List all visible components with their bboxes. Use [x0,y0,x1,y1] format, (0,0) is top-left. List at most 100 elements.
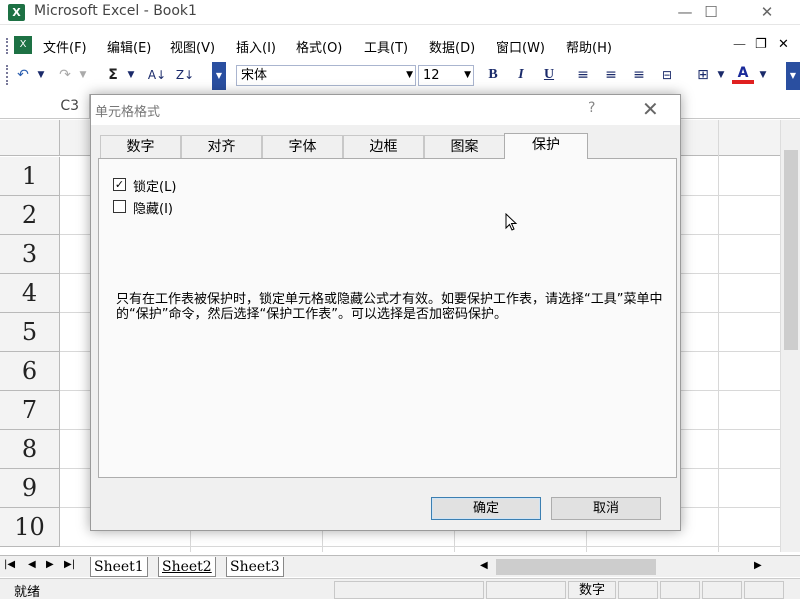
undo-icon[interactable]: ↶ [12,64,34,86]
status-cell-4 [618,581,658,599]
next-sheet-icon[interactable]: ▶ [46,559,54,570]
status-cell-7 [744,581,784,599]
workbook-minimize-button[interactable]: — [733,37,746,52]
last-sheet-icon[interactable]: ▶| [64,559,75,570]
chevron-down-icon: ▼ [406,70,413,80]
sheet-tab-bar: |◀ ◀ ▶ ▶| Sheet1 Sheet2 Sheet3 ◀ ▶ [0,555,800,577]
row-header-5[interactable]: 5 [0,313,60,352]
menu-file[interactable]: 文件(F) [43,37,87,56]
status-cell-6 [702,581,742,599]
borders-dropdown-icon[interactable]: ▼ [714,64,728,86]
vertical-scroll-thumb[interactable] [784,150,798,350]
sort-descending-icon[interactable]: Z↓ [172,64,198,86]
dialog-title: 单元格格式 [95,105,161,120]
excel-icon[interactable]: X [8,4,25,21]
tab-number[interactable]: 数字 [100,135,181,158]
row-header-8[interactable]: 8 [0,430,60,469]
menu-tools[interactable]: 工具(T) [364,37,408,56]
sheet-tab-sheet3[interactable]: Sheet3 [226,557,284,577]
status-cell-5 [660,581,700,599]
prev-sheet-icon[interactable]: ◀ [28,559,36,570]
window-title: Microsoft Excel - Book1 [34,3,197,19]
status-ready: 就绪 [14,585,41,600]
toolbar: ↶ ▼ ↷ ▼ Σ ▼ A↓ Z↓ ▼ 宋体 ▼ 12 ▼ B I U ≡ ≡ … [0,60,800,90]
menu-insert[interactable]: 插入(I) [236,37,276,56]
menu-edit[interactable]: 编辑(E) [107,37,151,56]
toolbar-options-right-icon[interactable]: ▼ [786,62,800,90]
tab-patterns[interactable]: 图案 [424,135,505,158]
h-scroll-right-icon[interactable]: ▶ [754,560,766,571]
vertical-scrollbar[interactable] [780,120,800,552]
font-size-value: 12 [423,68,440,83]
select-all-button[interactable] [0,120,60,156]
hidden-label[interactable]: 隐藏(I) [133,198,173,217]
autosum-icon[interactable]: Σ [102,64,124,86]
undo-dropdown-icon[interactable]: ▼ [34,64,48,86]
help-button[interactable]: ? [588,100,595,116]
status-cell-2 [486,581,566,599]
row-header-9[interactable]: 9 [0,469,60,508]
menu-window[interactable]: 窗口(W) [496,37,545,56]
row-header-6[interactable]: 6 [0,352,60,391]
font-color-icon[interactable]: A [732,64,754,84]
menu-format[interactable]: 格式(O) [296,37,342,56]
locked-checkbox[interactable]: ✓ [113,178,126,191]
tab-border[interactable]: 边框 [343,135,424,158]
format-cells-dialog: 单元格格式 ? ✕ 数字 对齐 字体 边框 图案 保护 ✓ 锁定(L) 隐藏(I… [90,94,681,531]
tab-alignment[interactable]: 对齐 [181,135,262,158]
close-button[interactable]: ✕ [744,0,790,24]
toolbar-grip-icon[interactable] [6,65,10,85]
redo-dropdown-icon[interactable]: ▼ [76,64,90,86]
dialog-body: 数字 对齐 字体 边框 图案 保护 ✓ 锁定(L) 隐藏(I) 只有在工作表被保… [91,125,680,530]
workbook-close-button[interactable]: ✕ [778,37,789,52]
protection-panel: ✓ 锁定(L) 隐藏(I) 只有在工作表被保护时，锁定单元格或隐藏公式才有效。如… [98,158,677,478]
status-cell-1 [334,581,484,599]
menu-data[interactable]: 数据(D) [429,37,475,56]
row-header-10[interactable]: 10 [0,508,60,547]
align-center-icon[interactable]: ≡ [600,64,622,86]
menu-bar: X 文件(F) 编辑(E) 视图(V) 插入(I) 格式(O) 工具(T) 数据… [0,34,800,58]
row-header-3[interactable]: 3 [0,235,60,274]
font-name-combo[interactable]: 宋体 ▼ [236,65,416,86]
menu-help[interactable]: 帮助(H) [566,37,612,56]
row-header-2[interactable]: 2 [0,196,60,235]
autosum-dropdown-icon[interactable]: ▼ [124,64,138,86]
row-header-4[interactable]: 4 [0,274,60,313]
locked-label[interactable]: 锁定(L) [133,176,176,195]
sort-ascending-icon[interactable]: A↓ [144,64,170,86]
font-color-dropdown-icon[interactable]: ▼ [756,64,770,86]
status-bar: 就绪 数字 [0,578,800,600]
dialog-close-button[interactable]: ✕ [642,97,659,121]
workbook-restore-button[interactable]: ❐ [755,37,767,52]
protection-note: 只有在工作表被保护时，锁定单元格或隐藏公式才有效。如要保护工作表，请选择“工具”… [116,292,663,322]
chevron-down-icon: ▼ [464,70,471,80]
menu-view[interactable]: 视图(V) [170,37,215,56]
ok-button[interactable]: 确定 [431,497,541,520]
row-header-1[interactable]: 1 [0,157,60,196]
font-size-combo[interactable]: 12 ▼ [418,65,474,86]
row-header-7[interactable]: 7 [0,391,60,430]
maximize-button[interactable]: ☐ [688,0,734,24]
font-name-value: 宋体 [241,68,268,83]
align-left-icon[interactable]: ≡ [572,64,594,86]
merge-center-icon[interactable]: ⊟ [656,64,678,86]
borders-icon[interactable]: ⊞ [692,64,714,86]
horizontal-scroll-thumb[interactable] [496,559,656,575]
title-bar: X Microsoft Excel - Book1 — ☐ ✕ [0,0,800,25]
hidden-checkbox[interactable] [113,200,126,213]
tab-protection[interactable]: 保护 [504,133,588,159]
sheet-tab-sheet1[interactable]: Sheet1 [90,557,148,577]
underline-button[interactable]: U [538,64,560,86]
redo-icon[interactable]: ↷ [54,64,76,86]
workbook-icon[interactable]: X [14,36,32,54]
toolbar-options-icon[interactable]: ▼ [212,62,226,90]
tab-font[interactable]: 字体 [262,135,343,158]
cancel-button[interactable]: 取消 [551,497,661,520]
italic-button[interactable]: I [510,64,532,86]
align-right-icon[interactable]: ≡ [628,64,650,86]
sheet-tab-sheet2[interactable]: Sheet2 [158,557,216,577]
bold-button[interactable]: B [482,64,504,86]
name-box[interactable]: C3 [0,94,90,118]
first-sheet-icon[interactable]: |◀ [4,559,15,570]
h-scroll-left-icon[interactable]: ◀ [480,560,492,571]
